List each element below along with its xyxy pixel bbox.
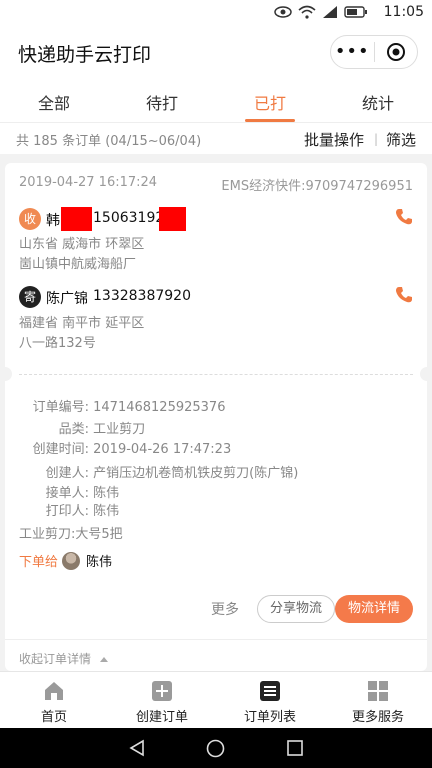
nav-create-order-label: 创建订单	[135, 710, 188, 725]
tab-pending-print[interactable]: 待打	[108, 78, 216, 122]
detail-category: 品类: 工业剪刀	[19, 418, 146, 437]
list-icon	[260, 681, 280, 701]
summary-divider: |	[373, 132, 378, 146]
detail-printer: 打印人: 陈伟	[19, 500, 120, 519]
wifi-icon	[298, 5, 316, 19]
more-button[interactable]: 更多	[211, 599, 239, 619]
nav-more-services[interactable]: 更多服务	[324, 672, 432, 728]
nav-create-order[interactable]: 创建订单	[108, 672, 216, 728]
card-notch-left	[0, 367, 12, 381]
target-close-icon	[386, 43, 405, 61]
assign-label: 下单给	[19, 555, 59, 570]
detail-created-time: 创建时间: 2019-04-26 17:47:23	[19, 438, 232, 457]
nav-home[interactable]: 首页	[0, 672, 108, 728]
collapse-label: 收起订单详情	[19, 652, 92, 666]
recipient-phone-icon[interactable]	[395, 208, 413, 226]
more-menu-button[interactable]: •••	[331, 37, 374, 67]
card-notch-right	[420, 367, 432, 381]
sender-address-line1: 福建省 南平市 延平区	[19, 316, 145, 331]
recipient-address-line1: 山东省 威海市 环翠区	[19, 237, 145, 252]
grid-icon	[368, 681, 388, 701]
detail-creator: 创建人: 产销压边机卷筒机铁皮剪刀(陈广锦)	[19, 462, 299, 481]
detail-order-no: 订单编号: 1471468125925376	[19, 396, 226, 415]
nav-order-list[interactable]: 订单列表	[216, 672, 324, 728]
summary-bar: 共 185 条订单 (04/15~06/04) 批量操作 | 筛选	[0, 122, 432, 154]
nav-order-list-label: 订单列表	[243, 710, 296, 725]
tab-all[interactable]: 全部	[0, 78, 108, 122]
status-icons	[274, 5, 368, 19]
sender-address-line2: 八一路132号	[19, 336, 96, 351]
status-time: 11:05	[383, 4, 424, 20]
assign-name: 陈伟	[86, 555, 113, 570]
printer-label: 打印人:	[45, 504, 89, 519]
creator-label: 创建人:	[45, 466, 89, 481]
nav-more-services-label: 更多服务	[351, 710, 404, 725]
system-nav-bar	[0, 728, 432, 768]
title-bar: 快递助手云打印 •••	[0, 26, 432, 78]
order-no-value: 1471468125925376	[93, 400, 226, 415]
batch-operation-button[interactable]: 批量操作	[304, 129, 364, 150]
created-time-label: 创建时间:	[32, 442, 89, 457]
assigned-to: 下单给 陈伟	[19, 551, 112, 570]
detail-receiver: 接单人: 陈伟	[19, 482, 120, 501]
printer-value: 陈伟	[93, 504, 120, 519]
recipient-address-line2: 崮山镇中航威海船厂	[19, 257, 137, 272]
detail-goods: 工业剪刀:大号5把	[19, 523, 123, 542]
filter-button[interactable]: 筛选	[386, 129, 416, 150]
receiver-label: 接单人:	[45, 486, 89, 501]
dashed-divider	[19, 374, 413, 375]
sender-badge: 寄	[19, 286, 41, 308]
caret-up-icon	[99, 657, 108, 662]
tab-statistics[interactable]: 统计	[324, 78, 432, 122]
avatar	[62, 551, 81, 570]
sender-phone-icon[interactable]	[395, 286, 413, 304]
goods-value: 工业剪刀:大号5把	[19, 527, 123, 542]
app-title: 快递助手云打印	[18, 44, 152, 66]
category-value: 工业剪刀	[93, 422, 146, 437]
back-icon[interactable]	[128, 739, 146, 757]
bottom-nav: 首页 创建订单 订单列表 更多服务	[0, 671, 432, 728]
recipient-badge: 收	[19, 208, 41, 230]
miniapp-capsule: •••	[330, 35, 418, 69]
recents-icon[interactable]	[287, 740, 303, 756]
express-number: EMS经济快件:9709747296951	[221, 179, 413, 194]
redaction-block	[159, 207, 186, 231]
logistics-detail-button[interactable]: 物流详情	[335, 595, 413, 623]
category-label: 品类:	[58, 422, 89, 437]
sender-name: 陈广锦	[46, 291, 88, 307]
receiver-value: 陈伟	[93, 486, 120, 501]
order-card: 2019-04-27 16:17:24 EMS经济快件:970974729695…	[0, 163, 432, 671]
order-no-label: 订单编号:	[32, 400, 89, 415]
redaction-block	[61, 207, 92, 231]
status-bar: 11:05	[0, 0, 432, 26]
created-time-value: 2019-04-26 17:47:23	[93, 442, 232, 457]
order-count: 共 185 条订单 (04/15~06/04)	[16, 134, 202, 149]
home-icon	[45, 682, 63, 700]
creator-value: 产销压边机卷筒机铁皮剪刀(陈广锦)	[93, 466, 299, 481]
sender-phone: 13328387920	[93, 288, 191, 304]
home-circle-icon[interactable]	[206, 739, 225, 758]
order-tabs: 全部 待打 已打 统计	[0, 78, 432, 122]
order-timestamp: 2019-04-27 16:17:24	[19, 175, 158, 190]
close-miniapp-button[interactable]	[374, 42, 417, 62]
recipient-name: 韩	[46, 213, 60, 229]
share-logistics-button[interactable]: 分享物流	[257, 595, 335, 623]
signal-icon	[323, 6, 337, 18]
eye-icon	[274, 6, 292, 18]
tab-printed[interactable]: 已打	[216, 78, 324, 122]
battery-icon	[344, 6, 367, 18]
nav-home-label: 首页	[40, 710, 67, 725]
plus-square-icon	[152, 681, 172, 701]
